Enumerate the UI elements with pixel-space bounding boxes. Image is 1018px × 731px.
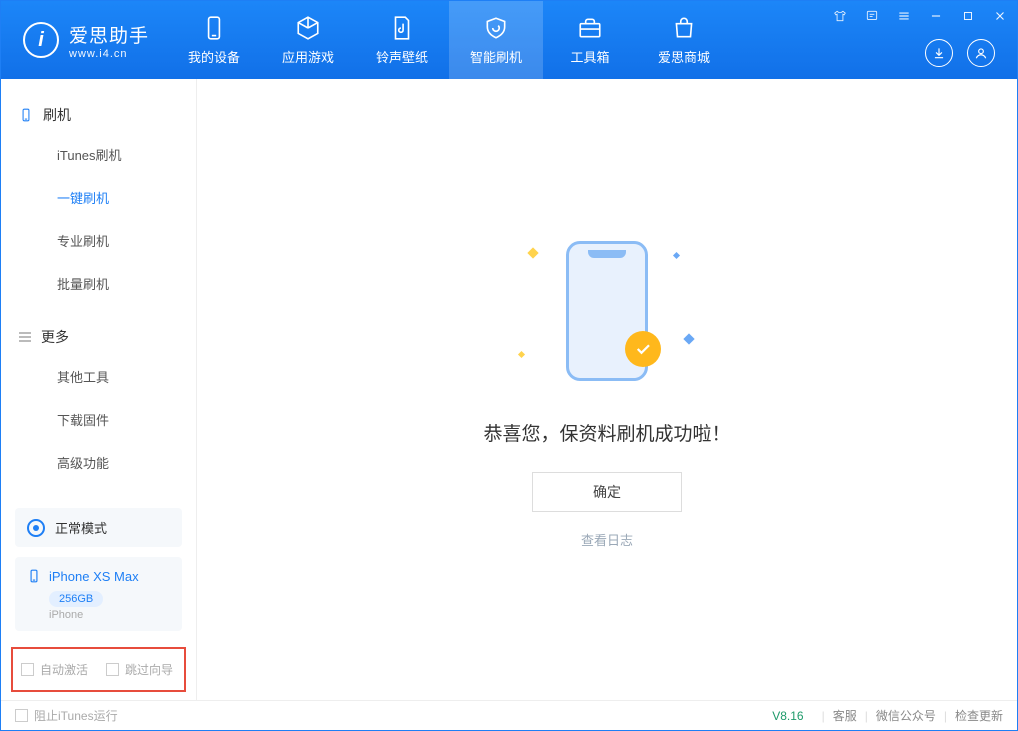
checkbox-auto-activate[interactable]: 自动激活 (21, 661, 88, 678)
confirm-button[interactable]: 确定 (532, 472, 682, 512)
menu-icon[interactable] (895, 7, 913, 25)
device-card[interactable]: iPhone XS Max 256GB iPhone (15, 557, 182, 631)
close-button[interactable] (991, 7, 1009, 25)
sidebar-item-pro-flash[interactable]: 专业刷机 (1, 219, 196, 262)
check-update-link[interactable]: 检查更新 (955, 707, 1003, 724)
phone-icon (201, 15, 227, 41)
music-file-icon (389, 15, 415, 41)
device-type: iPhone (49, 609, 170, 621)
sidebar-section-more: 更多 (1, 319, 196, 355)
device-name: iPhone XS Max (49, 569, 139, 584)
device-phone-icon (27, 567, 41, 585)
checkbox-skip-guide[interactable]: 跳过向导 (106, 661, 173, 678)
tab-flash[interactable]: 智能刷机 (449, 1, 543, 79)
refresh-shield-icon (483, 15, 509, 41)
status-dot-icon (27, 519, 45, 537)
sidebar-item-download-firmware[interactable]: 下载固件 (1, 398, 196, 441)
toolbox-icon (577, 15, 603, 41)
checkmark-badge-icon (625, 331, 661, 367)
support-link[interactable]: 客服 (833, 707, 857, 724)
app-header: i 爱思助手 www.i4.cn 我的设备 应用游戏 铃声壁纸 智能刷机 工具箱 (1, 1, 1017, 79)
account-button[interactable] (967, 39, 995, 67)
logo-title: 爱思助手 (69, 21, 149, 48)
sidebar-item-itunes-flash[interactable]: iTunes刷机 (1, 133, 196, 176)
logo-icon: i (23, 22, 59, 58)
sidebar-item-other-tools[interactable]: 其他工具 (1, 355, 196, 398)
device-storage-badge: 256GB (49, 591, 103, 607)
window-controls (831, 7, 1009, 25)
wechat-link[interactable]: 微信公众号 (876, 707, 936, 724)
list-icon (19, 332, 31, 342)
version-label: V8.16 (772, 709, 803, 723)
tab-ringtone[interactable]: 铃声壁纸 (355, 1, 449, 79)
minimize-button[interactable] (927, 7, 945, 25)
sidebar: 刷机 iTunes刷机 一键刷机 专业刷机 批量刷机 更多 其他工具 下载固件 … (1, 79, 197, 700)
success-illustration (507, 231, 707, 391)
logo: i 爱思助手 www.i4.cn (1, 21, 167, 60)
tab-my-device[interactable]: 我的设备 (167, 1, 261, 79)
header-right-actions (925, 39, 995, 67)
sidebar-item-batch-flash[interactable]: 批量刷机 (1, 262, 196, 305)
logo-subtitle: www.i4.cn (69, 48, 149, 60)
sidebar-section-flash: 刷机 (1, 97, 196, 133)
checkbox-block-itunes[interactable]: 阻止iTunes运行 (15, 707, 118, 724)
device-mode-card[interactable]: 正常模式 (15, 508, 182, 547)
view-log-link[interactable]: 查看日志 (581, 530, 633, 549)
flash-options-highlighted: 自动激活 跳过向导 (11, 647, 186, 692)
device-mode-label: 正常模式 (55, 518, 107, 537)
tab-store[interactable]: 爱思商城 (637, 1, 731, 79)
tab-apps[interactable]: 应用游戏 (261, 1, 355, 79)
sidebar-item-advanced[interactable]: 高级功能 (1, 441, 196, 484)
maximize-button[interactable] (959, 7, 977, 25)
phone-outline-icon (19, 107, 33, 123)
sidebar-item-oneclick-flash[interactable]: 一键刷机 (1, 176, 196, 219)
tab-toolbox[interactable]: 工具箱 (543, 1, 637, 79)
bag-icon (671, 15, 697, 41)
download-button[interactable] (925, 39, 953, 67)
footer: 阻止iTunes运行 V8.16 | 客服 | 微信公众号 | 检查更新 (1, 700, 1017, 730)
tshirt-icon[interactable] (831, 7, 849, 25)
cube-icon (295, 15, 321, 41)
nav-tabs: 我的设备 应用游戏 铃声壁纸 智能刷机 工具箱 爱思商城 (167, 1, 731, 79)
success-message: 恭喜您，保资料刷机成功啦！ (483, 419, 730, 446)
feedback-icon[interactable] (863, 7, 881, 25)
main-content: 恭喜您，保资料刷机成功啦！ 确定 查看日志 (197, 79, 1017, 700)
